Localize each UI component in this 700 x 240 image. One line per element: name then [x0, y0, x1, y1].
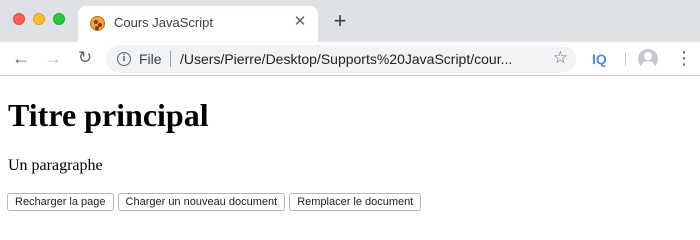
cookie-favicon-icon [90, 16, 105, 31]
minimize-window-icon[interactable] [33, 13, 45, 25]
replace-document-button[interactable]: Remplacer le document [289, 193, 422, 211]
load-new-document-button[interactable]: Charger un nouveau document [117, 193, 286, 211]
button-row: Recharger la page Charger un nouveau doc… [7, 193, 422, 211]
address-bar[interactable]: i File /Users/Pierre/Desktop/Supports%20… [106, 45, 576, 73]
reload-icon[interactable]: ↻ [74, 47, 96, 69]
bookmark-star-icon[interactable]: ☆ [553, 48, 568, 68]
close-window-icon[interactable] [13, 13, 25, 25]
more-menu-icon[interactable]: ⋮ [675, 48, 693, 68]
profile-avatar-icon[interactable] [638, 49, 658, 69]
forward-arrow-icon[interactable]: → [42, 47, 64, 69]
tab-title: Cours JavaScript [114, 15, 213, 30]
page-heading: Titre principal [8, 97, 209, 133]
address-separator [170, 51, 171, 67]
page-content: Titre principal Un paragraphe Recharger … [0, 77, 700, 220]
tab-strip: Cours JavaScript ✕ + [0, 0, 700, 42]
tab-cours-javascript[interactable]: Cours JavaScript ✕ [78, 6, 318, 42]
page-paragraph: Un paragraphe [8, 157, 103, 174]
url-text[interactable]: /Users/Pierre/Desktop/Supports%20JavaScr… [180, 51, 540, 67]
new-tab-plus-icon[interactable]: + [330, 10, 350, 32]
tab-close-icon[interactable]: ✕ [292, 14, 308, 30]
info-icon[interactable]: i [117, 52, 131, 66]
iq-extension-icon[interactable]: IQ [592, 51, 607, 67]
toolbar-separator [625, 52, 626, 66]
back-arrow-icon[interactable]: ← [10, 47, 32, 69]
browser-toolbar: ← → ↻ i File /Users/Pierre/Desktop/Suppo… [0, 42, 700, 76]
maximize-window-icon[interactable] [53, 13, 65, 25]
file-scheme-label: File [139, 51, 162, 67]
reload-page-button[interactable]: Recharger la page [7, 193, 114, 211]
